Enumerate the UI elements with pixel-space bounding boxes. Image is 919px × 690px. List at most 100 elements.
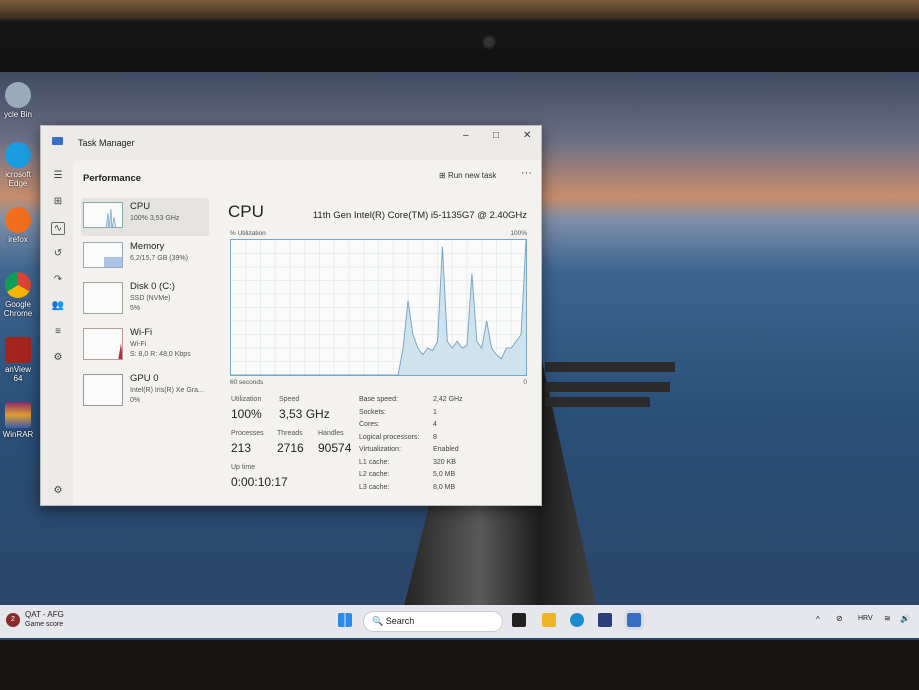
- desktop-icon-recycle-bin[interactable]: ycle Bin: [0, 82, 36, 119]
- gpu-thumbnail-graph: [83, 374, 123, 406]
- task-manager-window: Task Manager – □ ✕ ☰ ⊞ ∿ ↺ ↷ 👥 ≡ ⚙ ⚙ Per…: [40, 125, 542, 506]
- nav-rail: ☰ ⊞ ∿ ↺ ↷ 👥 ≡ ⚙ ⚙: [41, 160, 73, 505]
- desktop-icon-edge[interactable]: icrosoft Edge: [0, 142, 36, 188]
- services-icon[interactable]: ⚙: [51, 352, 65, 363]
- desktop-icon-firefox[interactable]: irefox: [0, 207, 36, 244]
- utilization-axis-label: % Utilization: [230, 230, 266, 237]
- startup-apps-icon[interactable]: ↷: [51, 274, 65, 285]
- notifications-off-icon[interactable]: ⊘: [836, 614, 843, 623]
- time-axis-label: 60 seconds: [230, 379, 264, 386]
- utilization-label: Utilization: [231, 396, 262, 403]
- processes-icon[interactable]: ⊞: [51, 196, 65, 207]
- more-options-button[interactable]: ···: [521, 167, 532, 179]
- taskbar: 2 QAT - AFG Game score 🔍 Search ^ ⊘ HRV …: [0, 605, 919, 638]
- sports-widget-icon[interactable]: 2: [6, 613, 20, 627]
- wifi-thumbnail-graph: [83, 328, 123, 360]
- desktop-icon-chrome[interactable]: Google Chrome: [0, 272, 36, 318]
- sidebar-item-memory[interactable]: Memory 6,2/15,7 GB (39%): [81, 238, 209, 276]
- performance-panel: Performance ⊞ Run new task ··· CPU 100% …: [73, 160, 541, 505]
- spec-label: L3 cache:: [359, 483, 390, 491]
- details-icon[interactable]: ≡: [51, 326, 65, 337]
- sidebar-item-wifi[interactable]: Wi-Fi Wi-Fi S: 8,0 R: 48,0 Kbps: [81, 324, 209, 362]
- uptime-label: Up time: [231, 464, 256, 471]
- task-manager-taskbar-icon[interactable]: [624, 610, 644, 630]
- icon-label: Google Chrome: [3, 300, 33, 318]
- window-title: Task Manager: [78, 138, 135, 148]
- sidebar-item-detail: SSD (NVMe): [130, 295, 171, 302]
- spec-label: L2 cache:: [359, 471, 390, 478]
- run-task-icon: ⊞: [439, 171, 448, 180]
- performance-icon[interactable]: ∿: [51, 222, 65, 235]
- speed-label: Speed: [279, 396, 300, 403]
- spec-value: Enabled: [433, 446, 459, 453]
- sidebar-item-name: Disk 0 (C:): [130, 281, 175, 292]
- spec-label: Base speed:: [359, 396, 398, 403]
- volume-icon[interactable]: 🔊: [900, 614, 910, 623]
- utilization-value: 100%: [231, 407, 262, 421]
- sidebar-item-detail: 5%: [130, 305, 141, 312]
- title-bar[interactable]: Task Manager – □ ✕: [41, 126, 541, 160]
- language-indicator[interactable]: HRV: [858, 615, 873, 622]
- page-title: Performance: [83, 173, 142, 184]
- maximize-button[interactable]: □: [493, 130, 499, 141]
- widget-subtitle: Game score: [25, 621, 64, 628]
- wallpaper-plank: [545, 382, 670, 392]
- run-new-task-label: Run new task: [447, 171, 497, 180]
- handles-label: Handles: [318, 430, 344, 437]
- sidebar-item-disk[interactable]: Disk 0 (C:) SSD (NVMe) 5%: [81, 278, 209, 316]
- webcam: [482, 35, 496, 49]
- desktop-icon-irfanview[interactable]: anView 64: [0, 337, 36, 383]
- sidebar-item-detail: 100% 3,53 GHz: [130, 215, 180, 222]
- show-hidden-icons-button[interactable]: ^: [816, 615, 820, 624]
- start-button[interactable]: [338, 613, 352, 627]
- spec-value: 2,42 GHz: [433, 396, 463, 403]
- spec-value: 5,0 MB: [433, 471, 456, 478]
- task-view-icon[interactable]: [512, 613, 526, 627]
- threads-label: Threads: [277, 430, 303, 437]
- file-explorer-icon[interactable]: [542, 613, 556, 627]
- sidebar-item-name: GPU 0: [130, 373, 159, 384]
- edge-icon: [5, 142, 31, 168]
- spec-label: Cores:: [359, 421, 380, 428]
- speed-value: 3,53 GHz: [279, 407, 330, 421]
- taskbar-search[interactable]: 🔍 Search: [363, 611, 503, 632]
- search-icon: 🔍: [372, 616, 386, 626]
- users-icon[interactable]: 👥: [51, 300, 65, 311]
- laptop-bezel-top: [0, 0, 919, 72]
- edge-taskbar-icon[interactable]: [570, 613, 584, 627]
- icon-label: ycle Bin: [3, 110, 32, 119]
- minimize-button[interactable]: –: [463, 130, 469, 141]
- sidebar-item-name: CPU: [130, 201, 151, 212]
- spec-value: 4: [433, 421, 437, 428]
- wifi-icon[interactable]: ≋: [884, 614, 891, 623]
- firefox-icon: [5, 207, 31, 233]
- hamburger-menu-icon[interactable]: ☰: [51, 170, 65, 181]
- settings-icon[interactable]: ⚙: [51, 485, 65, 496]
- disk-thumbnail-graph: [83, 282, 123, 314]
- handles-value: 90574: [318, 441, 352, 455]
- icon-label: irefox: [8, 235, 28, 244]
- sidebar-item-detail: Intel(R) Iris(R) Xe Gra...: [130, 387, 204, 394]
- min-axis-label: 0: [523, 379, 527, 386]
- sidebar-item-detail: 0%: [130, 397, 141, 404]
- spec-value: 8,0 MB: [433, 483, 456, 491]
- max-axis-label: 100%: [510, 230, 527, 237]
- desktop-icon-winrar[interactable]: WinRAR: [0, 402, 36, 439]
- recycle-bin-icon: [5, 82, 31, 108]
- widget-title[interactable]: QAT - AFG: [25, 610, 64, 619]
- laptop-bezel-bottom: [0, 640, 919, 690]
- close-button[interactable]: ✕: [523, 130, 531, 141]
- app-history-icon[interactable]: ↺: [51, 248, 65, 259]
- task-manager-icon: [52, 137, 63, 145]
- run-new-task-button[interactable]: ⊞ Run new task: [439, 171, 496, 180]
- spec-label: Logical processors:: [359, 433, 420, 441]
- store-icon[interactable]: [598, 613, 612, 627]
- cpu-model: 11th Gen Intel(R) Core(TM) i5-1135G7 @ 2…: [312, 210, 527, 221]
- sidebar-item-gpu[interactable]: GPU 0 Intel(R) Iris(R) Xe Gra... 0%: [81, 370, 209, 408]
- sidebar-item-detail: Wi-Fi: [130, 341, 147, 348]
- sidebar-item-cpu[interactable]: CPU 100% 3,53 GHz: [81, 198, 209, 236]
- irfanview-icon: [5, 337, 31, 363]
- threads-value: 2716: [277, 441, 304, 455]
- chrome-icon: [5, 272, 31, 298]
- cpu-thumbnail-graph: [83, 202, 123, 228]
